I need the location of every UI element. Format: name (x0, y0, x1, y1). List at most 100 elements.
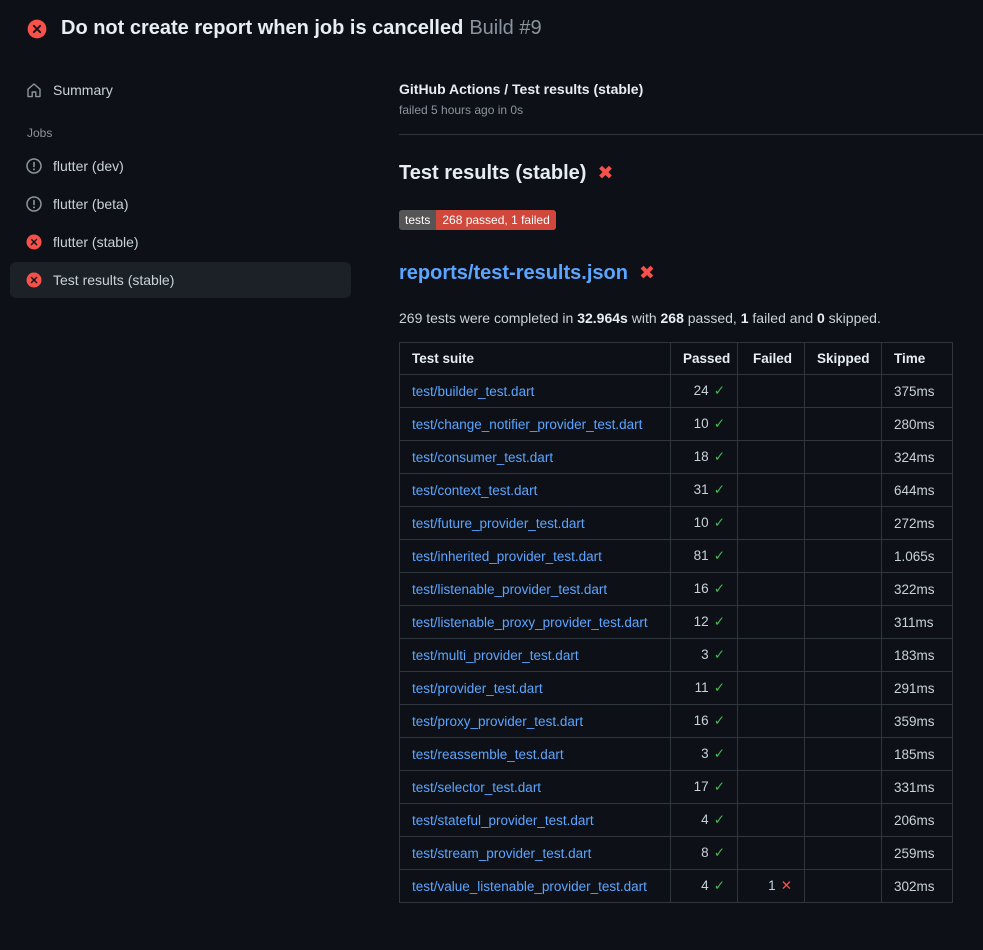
time-cell: 644ms (882, 474, 953, 507)
passed-count: 16 (694, 713, 709, 728)
skipped-cell (805, 606, 882, 639)
test-suite-link[interactable]: test/listenable_provider_test.dart (412, 582, 607, 597)
table-row: test/context_test.dart 31✓ ✕ 644ms (400, 474, 953, 507)
badge-value: 268 passed, 1 failed (436, 210, 555, 230)
workflow-run-title: Do not create report when job is cancell… (61, 17, 463, 39)
skipped-cell (805, 705, 882, 738)
section-title-text: Test results (stable) (399, 162, 586, 185)
sidebar: Summary Jobs flutter (dev) flutter (beta… (0, 54, 375, 300)
table-row: test/listenable_proxy_provider_test.dart… (400, 606, 953, 639)
time-cell: 1.065s (882, 540, 953, 573)
table-row: test/builder_test.dart 24✓ ✕ 375ms (400, 375, 953, 408)
passed-count: 81 (694, 548, 709, 563)
sidebar-item-label: flutter (beta) (53, 196, 128, 212)
skipped-cell (805, 672, 882, 705)
divider (399, 134, 983, 135)
skipped-cell (805, 408, 882, 441)
time-cell: 324ms (882, 441, 953, 474)
passed-cell: 17 ✓ (671, 771, 738, 804)
passed-count: 17 (694, 779, 709, 794)
test-suite-cell: test/listenable_provider_test.dart (400, 573, 671, 606)
cross-icon: ✕ (781, 878, 792, 893)
build-number: Build #9 (469, 17, 541, 39)
test-suite-link[interactable]: test/provider_test.dart (412, 681, 543, 696)
failed-cell: ✕ (738, 474, 805, 507)
passed-cell: 4✓ (671, 804, 738, 837)
test-suite-cell: test/multi_provider_test.dart (400, 639, 671, 672)
failed-cell: ✕ (738, 606, 805, 639)
table-row: test/inherited_provider_test.dart 81✓ ✕ … (400, 540, 953, 573)
page: Do not create report when job is cancell… (0, 0, 983, 950)
col-header-passed: Passed (671, 343, 738, 375)
passed-cell: 10✓ (671, 408, 738, 441)
sidebar-item-summary[interactable]: Summary (10, 72, 351, 108)
test-suite-link[interactable]: test/change_notifier_provider_test.dart (412, 417, 642, 432)
main-content: GitHub Actions / Test results (stable) f… (375, 54, 983, 903)
breadcrumb: GitHub Actions / Test results (stable) (399, 81, 953, 97)
layout: Summary Jobs flutter (dev) flutter (beta… (0, 54, 983, 903)
sidebar-item-job-0[interactable]: flutter (dev) (10, 148, 351, 184)
summary-text: with (628, 310, 661, 326)
report-title: reports/test-results.json ✖ (399, 262, 953, 285)
check-icon: ✓ (714, 515, 725, 530)
passed-cell: 24✓ (671, 375, 738, 408)
test-suite-link[interactable]: test/inherited_provider_test.dart (412, 549, 602, 564)
col-header-skipped: Skipped (805, 343, 882, 375)
passed-count: 10 (694, 416, 709, 431)
failed-cell: ✕ (738, 639, 805, 672)
passed-cell: 16✓ (671, 573, 738, 606)
skipped-cell (805, 870, 882, 903)
skipped-cell (805, 738, 882, 771)
sidebar-item-job-3[interactable]: Test results (stable) (10, 262, 351, 298)
failed-cell: ✕ (738, 441, 805, 474)
test-suite-link[interactable]: test/selector_test.dart (412, 780, 541, 795)
check-icon: ✓ (714, 713, 725, 728)
time-cell: 331ms (882, 771, 953, 804)
test-suite-link[interactable]: test/listenable_proxy_provider_test.dart (412, 615, 648, 630)
sidebar-item-job-2[interactable]: flutter (stable) (10, 224, 351, 260)
check-icon: ✓ (714, 878, 725, 893)
test-suite-cell: test/selector_test.dart (400, 771, 671, 804)
failed-count: 1 (768, 878, 776, 893)
skipped-cell (805, 573, 882, 606)
test-suite-link[interactable]: test/consumer_test.dart (412, 450, 553, 465)
failed-cell: ✕ (738, 540, 805, 573)
skipped-cell (805, 507, 882, 540)
passed-cell: 11✓ (671, 672, 738, 705)
passed-count: 4 (701, 878, 709, 893)
sidebar-item-label: Test results (stable) (53, 272, 174, 288)
test-suite-link[interactable]: test/context_test.dart (412, 483, 537, 498)
jobs-section-label: Jobs (0, 110, 375, 148)
check-icon: ✓ (714, 614, 725, 629)
check-icon: ✓ (714, 581, 725, 596)
test-suite-link[interactable]: test/stateful_provider_test.dart (412, 813, 594, 828)
table-row: test/value_listenable_provider_test.dart… (400, 870, 953, 903)
test-suite-link[interactable]: test/proxy_provider_test.dart (412, 714, 583, 729)
test-suite-link[interactable]: test/value_listenable_provider_test.dart (412, 879, 647, 894)
test-suite-link[interactable]: test/multi_provider_test.dart (412, 648, 579, 663)
test-suite-link[interactable]: test/builder_test.dart (412, 384, 534, 399)
table-row: test/listenable_provider_test.dart 16✓ ✕… (400, 573, 953, 606)
passed-cell: 3✓ (671, 738, 738, 771)
col-header-failed: Failed (738, 343, 805, 375)
table-row: test/selector_test.dart 17✓ ✕ 331ms (400, 771, 953, 804)
jobs-list: flutter (dev) flutter (beta) flutter (st… (0, 148, 375, 298)
failed-cell: ✕ (738, 672, 805, 705)
skipped-cell (805, 540, 882, 573)
sidebar-item-job-1[interactable]: flutter (beta) (10, 186, 351, 222)
test-suite-link[interactable]: test/stream_provider_test.dart (412, 846, 591, 861)
time-cell: 322ms (882, 573, 953, 606)
page-title: Do not create report when job is cancell… (61, 17, 542, 40)
skipped-cell (805, 639, 882, 672)
time-cell: 183ms (882, 639, 953, 672)
header: Do not create report when job is cancell… (0, 0, 983, 54)
table-row: test/multi_provider_test.dart 3✓ ✕ 183ms (400, 639, 953, 672)
passed-cell: 18✓ (671, 441, 738, 474)
test-suite-link[interactable]: test/reassemble_test.dart (412, 747, 564, 762)
passed-count: 3 (701, 647, 709, 662)
summary-duration: 32.964s (577, 310, 628, 326)
test-suite-link[interactable]: test/future_provider_test.dart (412, 516, 585, 531)
check-icon: ✓ (714, 779, 725, 794)
report-file-link[interactable]: reports/test-results.json (399, 262, 628, 285)
time-cell: 291ms (882, 672, 953, 705)
